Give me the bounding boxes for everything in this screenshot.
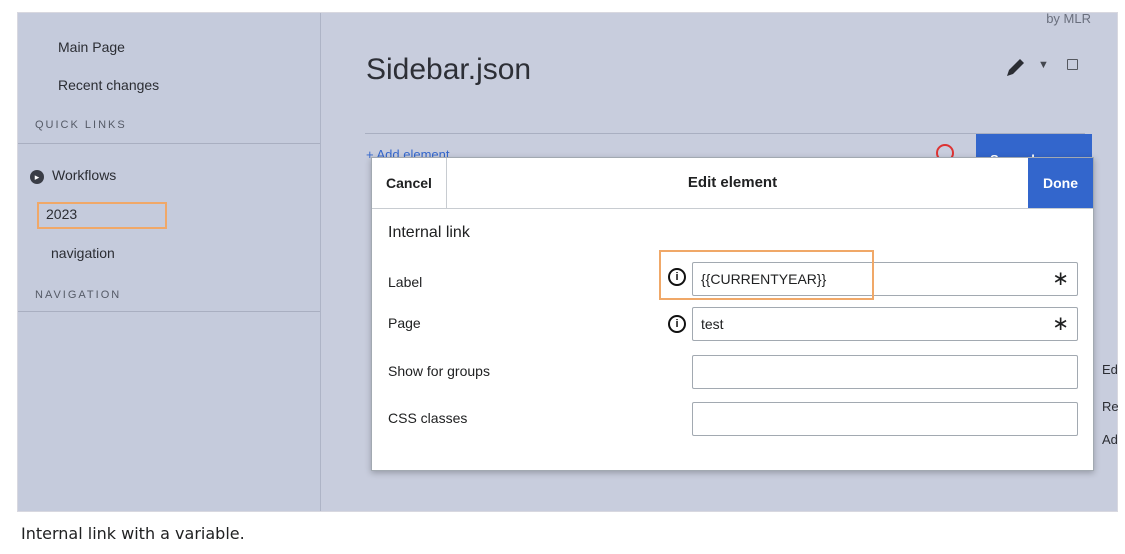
caption: Internal link with a variable.	[21, 524, 245, 543]
sidebar-item-workflows[interactable]: Workflows	[52, 167, 116, 183]
css-classes-input[interactable]	[692, 402, 1078, 436]
background-text-re: Re	[1102, 399, 1119, 414]
label-field-label: Label	[388, 274, 423, 290]
page-input-value: test	[701, 316, 724, 332]
done-button[interactable]: Done	[1028, 158, 1093, 208]
sidebar-section-quick-links: QUICK LINKS	[35, 119, 127, 131]
pencil-icon[interactable]	[1004, 55, 1028, 79]
sidebar-item-recent-changes[interactable]: Recent changes	[58, 77, 159, 93]
page-input[interactable]: test ∗	[692, 307, 1078, 341]
page-title: Sidebar.json	[366, 53, 532, 86]
chevron-down-icon[interactable]: ▼	[1038, 59, 1049, 71]
internal-link-heading: Internal link	[388, 224, 470, 241]
highlight-box-label	[659, 250, 874, 300]
page-field-label: Page	[388, 315, 421, 331]
show-for-groups-label: Show for groups	[388, 363, 490, 379]
dialog-header: Edit element Cancel Done	[372, 158, 1093, 209]
sidebar: Main Page Recent changes QUICK LINKS ▸ W…	[18, 13, 321, 511]
byline: by MLR	[1046, 12, 1091, 26]
new-window-icon[interactable]	[1067, 59, 1078, 70]
background-text-ad: Ad	[1102, 432, 1118, 447]
sidebar-item-navigation[interactable]: navigation	[51, 245, 115, 261]
sidebar-divider	[18, 311, 320, 312]
edit-element-dialog: Edit element Cancel Done Internal link L…	[371, 157, 1094, 471]
chevron-right-icon[interactable]: ▸	[30, 170, 44, 184]
cancel-button[interactable]: Cancel	[372, 158, 447, 208]
css-classes-label: CSS classes	[388, 410, 468, 426]
show-for-groups-input[interactable]	[692, 355, 1078, 389]
required-indicator: ∗	[1052, 313, 1069, 335]
dialog-title: Edit element	[687, 174, 778, 191]
highlight-box-2023	[37, 202, 167, 229]
required-indicator: ∗	[1052, 268, 1069, 290]
sidebar-section-navigation: NAVIGATION	[35, 289, 122, 301]
sidebar-divider	[18, 143, 320, 144]
background-text-ed: Ed	[1102, 362, 1118, 377]
sidebar-item-main-page[interactable]: Main Page	[58, 39, 125, 55]
info-icon[interactable]: i	[668, 315, 686, 333]
